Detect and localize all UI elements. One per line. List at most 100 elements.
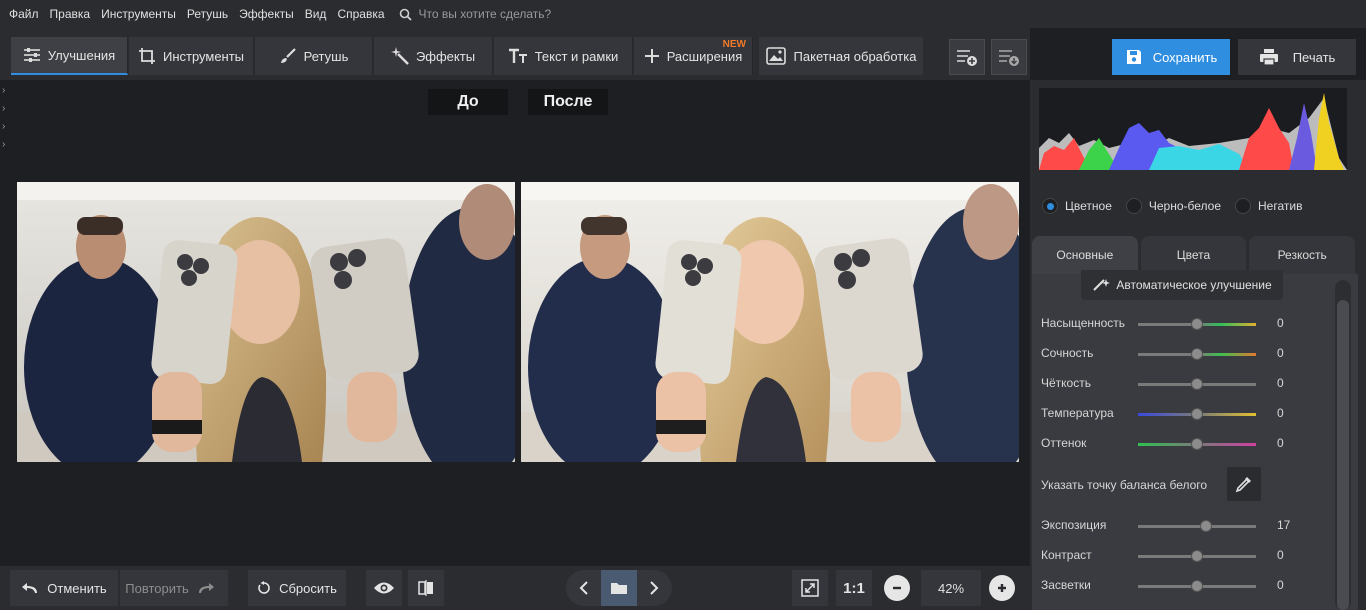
download-preset-button[interactable]	[991, 39, 1027, 75]
actual-size-button[interactable]: 1:1	[836, 570, 872, 606]
mode-color-label: Цветное	[1065, 199, 1112, 213]
after-label: После	[528, 89, 608, 115]
preview-button[interactable]	[366, 570, 402, 606]
slider-value: 0	[1277, 406, 1284, 420]
slider-knob[interactable]	[1191, 348, 1203, 360]
brush-icon	[280, 48, 296, 63]
zoom-level[interactable]: 42%	[921, 570, 981, 606]
tab-sharpness[interactable]: Резкость	[1249, 236, 1356, 274]
slider-knob[interactable]	[1191, 378, 1203, 390]
menu-view[interactable]: Вид	[305, 7, 327, 21]
save-label: Сохранить	[1152, 49, 1218, 65]
slider-knob[interactable]	[1191, 438, 1203, 450]
image-navigation	[566, 570, 672, 606]
save-button[interactable]: Сохранить	[1112, 39, 1230, 75]
expand-arrow-icon[interactable]: ›	[2, 100, 10, 118]
bottom-bar: Отменить Повторить Сбросить 1:1 42%	[0, 566, 1030, 610]
tab-retouch[interactable]: Ретушь	[255, 37, 373, 75]
undo-label: Отменить	[47, 580, 107, 596]
batch-processing-button[interactable]: Пакетная обработка	[759, 37, 923, 75]
printer-icon	[1259, 49, 1278, 66]
slider-knob[interactable]	[1200, 520, 1213, 532]
adjustment-slider-row: Сочность 0	[1041, 344, 1291, 364]
mode-negative-label: Негатив	[1258, 199, 1303, 213]
slider-value: 0	[1277, 548, 1284, 562]
panel-scrollbar-thumb[interactable]	[1337, 300, 1349, 610]
menu-file[interactable]: Файл	[9, 7, 39, 21]
tab-retouch-label: Ретушь	[303, 48, 349, 64]
mode-bw-label: Черно-белое	[1148, 199, 1222, 213]
tab-extensions-label: Расширения	[666, 48, 743, 64]
before-label: До	[428, 89, 508, 115]
add-preset-button[interactable]	[949, 39, 985, 75]
slider-track[interactable]	[1138, 525, 1256, 528]
tab-enhance[interactable]: Улучшения	[11, 37, 128, 75]
image-icon	[765, 47, 786, 65]
print-label: Печать	[1292, 49, 1336, 65]
compare-icon	[418, 580, 433, 596]
expand-arrow-icon[interactable]: ›	[2, 136, 10, 154]
tab-tools[interactable]: Инструменты	[129, 37, 254, 75]
fit-screen-button[interactable]	[792, 570, 828, 606]
prev-image-button[interactable]	[566, 570, 601, 606]
search-box[interactable]: Что вы хотите сделать?	[399, 7, 552, 21]
tone-slider-row: Засветки 0	[1041, 576, 1291, 596]
slider-value: 0	[1277, 316, 1284, 330]
slider-knob[interactable]	[1191, 408, 1203, 420]
slider-value: 0	[1277, 376, 1284, 390]
zoom-out-button[interactable]	[884, 575, 910, 601]
open-folder-button[interactable]	[601, 570, 637, 606]
white-balance-row: Указать точку баланса белого	[1041, 466, 1271, 501]
side-panel-arrows: › › › ›	[2, 82, 10, 154]
slider-knob[interactable]	[1191, 550, 1203, 562]
tab-colors[interactable]: Цвета	[1140, 236, 1247, 274]
tab-tools-label: Инструменты	[162, 48, 245, 64]
redo-icon	[198, 583, 214, 593]
sliders-plus-icon	[957, 50, 977, 66]
print-button[interactable]: Печать	[1238, 39, 1356, 75]
auto-enhance-button[interactable]: Автоматическое улучшение	[1081, 270, 1283, 300]
tab-effects[interactable]: Эффекты	[374, 37, 493, 75]
search-icon	[399, 8, 412, 21]
reset-label: Сбросить	[279, 580, 337, 596]
folder-icon	[610, 583, 627, 594]
tone-slider-row: Экспозиция 17	[1041, 516, 1291, 536]
reset-icon	[258, 581, 270, 594]
main-toolbar: Улучшения Инструменты Ретушь Эффекты Тек…	[0, 28, 1030, 80]
slider-label: Чёткость	[1041, 376, 1091, 390]
redo-button[interactable]: Повторить	[120, 570, 228, 606]
search-placeholder: Что вы хотите сделать?	[418, 7, 552, 21]
crop-icon	[138, 48, 155, 64]
adjustment-slider-row: Температура 0	[1041, 404, 1291, 424]
expand-arrow-icon[interactable]: ›	[2, 82, 10, 100]
reset-button[interactable]: Сбросить	[248, 570, 346, 606]
mode-color-radio[interactable]: Цветное	[1042, 198, 1112, 214]
eye-icon	[374, 582, 394, 594]
expand-arrow-icon[interactable]: ›	[2, 118, 10, 136]
tone-slider-row: Контраст 0	[1041, 546, 1291, 566]
menu-retouch[interactable]: Ретушь	[187, 7, 228, 21]
menu-tools[interactable]: Инструменты	[101, 7, 176, 21]
menu-help[interactable]: Справка	[337, 7, 384, 21]
compare-button[interactable]	[408, 570, 444, 606]
zoom-in-button[interactable]	[989, 575, 1015, 601]
tab-basic[interactable]: Основные	[1032, 236, 1138, 274]
color-mode-selector: Цветное Черно-белое Негатив	[1032, 188, 1358, 224]
redo-label: Повторить	[125, 580, 189, 596]
slider-value: 0	[1277, 346, 1284, 360]
white-balance-label: Указать точку баланса белого	[1041, 478, 1208, 492]
tab-extensions[interactable]: Расширения NEW	[634, 37, 753, 75]
slider-label: Экспозиция	[1041, 518, 1107, 532]
slider-label: Оттенок	[1041, 436, 1087, 450]
mode-negative-radio[interactable]: Негатив	[1235, 198, 1302, 214]
eyedropper-button[interactable]	[1227, 467, 1261, 501]
slider-knob[interactable]	[1191, 318, 1203, 330]
menu-edit[interactable]: Правка	[50, 7, 91, 21]
undo-button[interactable]: Отменить	[10, 570, 118, 606]
slider-knob[interactable]	[1191, 580, 1203, 592]
tab-text-frames[interactable]: Текст и рамки	[494, 37, 633, 75]
menu-effects[interactable]: Эффекты	[239, 7, 294, 21]
slider-label: Температура	[1041, 406, 1114, 420]
next-image-button[interactable]	[637, 570, 672, 606]
mode-bw-radio[interactable]: Черно-белое	[1125, 198, 1222, 214]
